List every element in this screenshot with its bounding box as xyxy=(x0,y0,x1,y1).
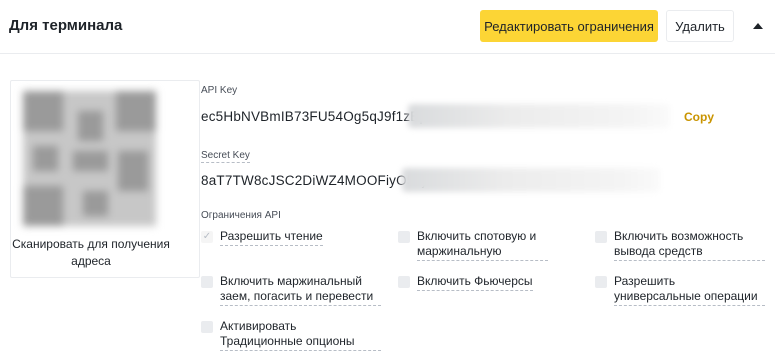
secret-key-masked xyxy=(402,168,660,192)
chevron-up-icon xyxy=(753,23,763,29)
api-key-label: API Key xyxy=(201,85,238,96)
collapse-toggle[interactable] xyxy=(748,16,768,36)
option-spot-margin[interactable]: Включить спотовую и маржинальную xyxy=(398,229,548,261)
secret-key-value: 8aT7TW8cJSC2DiWZ4MOOFiyO57js xyxy=(201,173,433,188)
checkbox-icon[interactable] xyxy=(595,231,607,243)
qr-code-image xyxy=(23,91,156,226)
option-label: Разрешить универсальные операции xyxy=(614,274,765,306)
checkbox-icon[interactable] xyxy=(201,276,213,288)
checkbox-icon[interactable] xyxy=(398,231,410,243)
secret-key-label: Secret Key xyxy=(201,150,250,163)
option-futures[interactable]: Включить Фьючерсы xyxy=(398,274,548,291)
delete-button[interactable]: Удалить xyxy=(666,10,734,42)
option-universal-transfer[interactable]: Разрешить универсальные операции xyxy=(595,274,765,306)
checkbox-icon[interactable] xyxy=(201,321,213,333)
option-label: Активировать Традиционные опционы xyxy=(220,319,381,351)
api-key-masked xyxy=(408,104,670,128)
option-enable-reading[interactable]: ✓ Разрешить чтение xyxy=(201,229,381,246)
qr-card: Сканировать для получения адреса xyxy=(10,80,200,278)
restrictions-label: Ограничения API xyxy=(201,210,281,221)
option-label: Включить маржинальный заем, погасить и п… xyxy=(220,274,381,306)
checkbox-checked-icon[interactable]: ✓ xyxy=(201,231,213,243)
option-label: Разрешить чтение xyxy=(220,229,323,246)
api-key-header: Для терминала Редактировать ограничения … xyxy=(0,0,775,54)
checkbox-icon[interactable] xyxy=(595,276,607,288)
edit-restrictions-button[interactable]: Редактировать ограничения xyxy=(480,10,658,42)
option-options[interactable]: Активировать Традиционные опционы xyxy=(201,319,381,351)
option-withdrawals[interactable]: Включить возможность вывода средств xyxy=(595,229,765,261)
option-label: Включить спотовую и маржинальную xyxy=(417,229,548,261)
option-label: Включить возможность вывода средств xyxy=(614,229,765,261)
copy-api-key-button[interactable]: Copy xyxy=(684,110,714,124)
option-label: Включить Фьючерсы xyxy=(417,274,533,291)
api-key-value: ec5HbNVBmIB73FU54Og5qJ9f1zEp xyxy=(201,109,428,124)
api-key-title: Для терминала xyxy=(9,17,123,34)
qr-caption: Сканировать для получения адреса xyxy=(12,237,170,268)
checkbox-icon[interactable] xyxy=(398,276,410,288)
option-margin-loan[interactable]: Включить маржинальный заем, погасить и п… xyxy=(201,274,381,306)
